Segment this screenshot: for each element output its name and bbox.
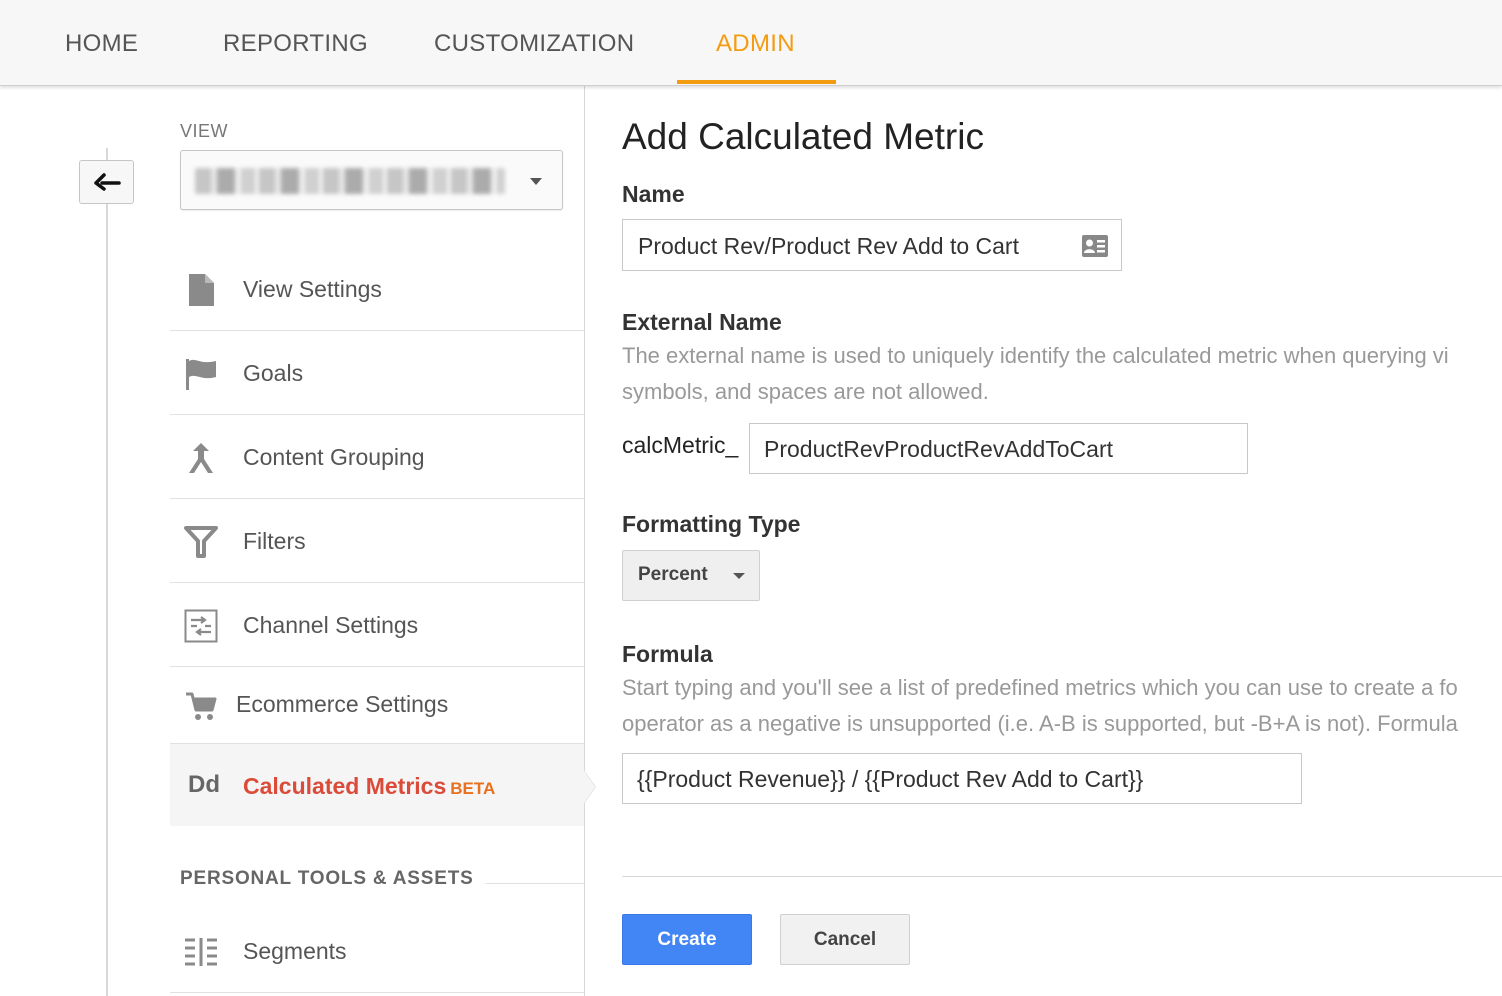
filter-icon — [182, 524, 220, 560]
sidebar-item-ecommerce-settings[interactable]: Ecommerce Settings — [170, 668, 584, 744]
create-button[interactable]: Create — [622, 914, 752, 965]
sidebar-item-channel-settings[interactable]: Channel Settings — [170, 584, 584, 667]
contact-card-icon[interactable] — [1081, 234, 1109, 258]
beta-badge: BETA — [450, 779, 496, 798]
sidebar-item-label: Channel Settings — [243, 612, 419, 638]
view-name-redacted — [195, 168, 505, 194]
formatting-type-label: Formatting Type — [622, 511, 801, 537]
sidebar-divider — [584, 86, 585, 996]
external-name-input[interactable]: ProductRevProductRevAddToCart — [749, 423, 1248, 474]
external-name-prefix: calcMetric_ — [622, 432, 739, 458]
formula-label: Formula — [622, 641, 713, 667]
formula-input[interactable]: {{Product Revenue}} / {{Product Rev Add … — [622, 753, 1302, 804]
top-nav: HOME REPORTING CUSTOMIZATION ADMIN — [0, 0, 1502, 86]
caret-down-icon — [733, 573, 745, 579]
back-arrow-icon — [93, 173, 121, 191]
name-input[interactable]: Product Rev/Product Rev Add to Cart — [622, 219, 1122, 271]
form-divider — [622, 876, 1502, 877]
sidebar-item-label: Filters — [243, 528, 306, 554]
selected-pointer-fill — [584, 771, 595, 803]
view-selector[interactable] — [180, 150, 563, 210]
sidebar-item-label: Content Grouping — [243, 444, 425, 470]
sidebar-item-label: View Settings — [243, 276, 382, 302]
active-tab-indicator — [677, 80, 836, 84]
grouping-icon — [182, 440, 220, 476]
sidebar-item-label: Ecommerce Settings — [236, 691, 449, 717]
tab-admin[interactable]: ADMIN — [716, 0, 795, 85]
formula-help-line-1: Start typing and you'll see a list of pr… — [622, 675, 1458, 700]
formatting-type-value: Percent — [638, 564, 708, 585]
sidebar-item-content-grouping[interactable]: Content Grouping — [170, 416, 584, 499]
cancel-button[interactable]: Cancel — [780, 914, 910, 965]
segments-icon — [182, 934, 220, 970]
formatting-type-dropdown[interactable]: Percent — [622, 550, 760, 601]
name-label: Name — [622, 181, 685, 207]
section-title-personal-tools: PERSONAL TOOLS & ASSETS — [180, 868, 474, 889]
channel-icon — [182, 608, 220, 644]
nav-rail-line — [106, 148, 108, 996]
sidebar-item-calculated-metrics[interactable]: Dd Calculated Metrics BETA — [170, 744, 584, 826]
sidebar-item-goals[interactable]: Goals — [170, 332, 584, 415]
sidebar-item-label: Segments — [243, 938, 347, 964]
sidebar-item-segments[interactable]: Segments — [170, 910, 584, 993]
cart-icon — [182, 688, 220, 724]
sidebar-item-filters[interactable]: Filters — [170, 500, 584, 583]
external-name-help-line-2: symbols, and spaces are not allowed. — [622, 379, 989, 404]
caret-down-icon — [530, 178, 542, 185]
name-value: Product Rev/Product Rev Add to Cart — [638, 233, 1019, 259]
page-title: Add Calculated Metric — [622, 116, 984, 157]
tab-home[interactable]: HOME — [65, 0, 138, 85]
view-label: VIEW — [180, 121, 229, 141]
sidebar-item-view-settings[interactable]: View Settings — [170, 248, 584, 331]
section-divider — [485, 883, 584, 884]
back-button[interactable] — [79, 160, 134, 204]
dd-icon: Dd — [188, 771, 220, 798]
document-icon — [182, 272, 220, 308]
flag-icon — [182, 356, 220, 392]
external-name-help-line-1: The external name is used to uniquely id… — [622, 343, 1449, 368]
tab-reporting[interactable]: REPORTING — [223, 0, 368, 85]
formula-help-line-2: operator as a negative is unsupported (i… — [622, 711, 1458, 736]
sidebar-item-label-calculated-metrics: Calculated Metrics BETA — [243, 744, 495, 828]
external-name-label: External Name — [622, 309, 782, 335]
tab-customization[interactable]: CUSTOMIZATION — [434, 0, 634, 85]
sidebar-item-label: Goals — [243, 360, 304, 386]
calculated-metrics-label: Calculated Metrics — [243, 773, 447, 799]
